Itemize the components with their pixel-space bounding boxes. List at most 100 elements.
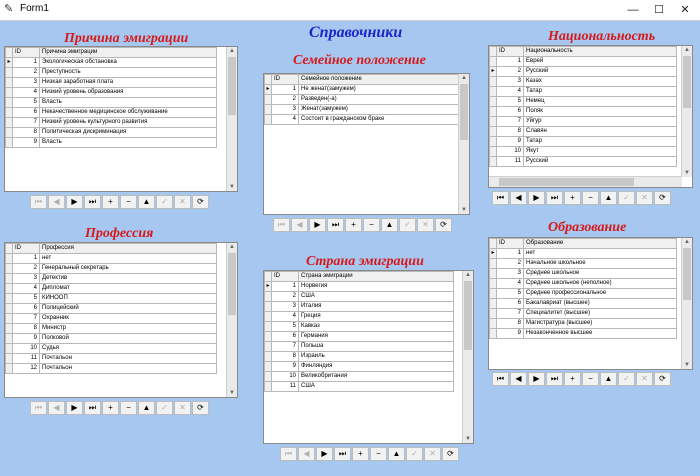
cell-id[interactable]: 5 xyxy=(496,96,524,107)
post-record-icon[interactable]: ✓ xyxy=(618,372,635,386)
cell-id[interactable]: 3 xyxy=(496,76,524,87)
table-row[interactable]: 11 Почтальон xyxy=(5,353,217,364)
table-row[interactable]: 5 Среднее профессиональное xyxy=(489,288,677,299)
scroll-down-icon[interactable]: ▼ xyxy=(459,206,469,214)
cell-id[interactable]: 2 xyxy=(271,94,299,105)
table-row[interactable]: 4 Татар xyxy=(489,86,677,97)
next-record-icon[interactable]: ▶ xyxy=(528,372,545,386)
cell-id[interactable]: 7 xyxy=(12,117,40,128)
cell-name[interactable]: Начальное школьное xyxy=(523,258,677,269)
minimize-button[interactable]: — xyxy=(620,0,646,20)
cancel-record-icon[interactable]: ✕ xyxy=(424,447,441,461)
table-row[interactable]: 1 нет xyxy=(5,253,217,264)
insert-record-icon[interactable]: + xyxy=(564,191,581,205)
edit-record-icon[interactable]: ▲ xyxy=(138,401,155,415)
cell-id[interactable]: 9 xyxy=(271,361,299,372)
edit-record-icon[interactable]: ▲ xyxy=(600,372,617,386)
table-row[interactable]: ▸ 1 Не женат(замужем) xyxy=(264,84,462,95)
cell-name[interactable]: Славян xyxy=(523,126,677,137)
table-row[interactable]: 4 Состоит в гражданском браке xyxy=(264,114,462,125)
cell-name[interactable]: Почтальон xyxy=(39,353,217,364)
cell-id[interactable]: 9 xyxy=(12,333,40,344)
table-row[interactable]: 5 Власть xyxy=(5,97,217,108)
cell-name[interactable]: Еврей xyxy=(523,56,677,67)
cell-name[interactable]: нет xyxy=(39,253,217,264)
refresh-record-icon[interactable]: ⟳ xyxy=(192,401,209,415)
cell-name[interactable]: Дипломат xyxy=(39,283,217,294)
cell-name[interactable]: Татар xyxy=(523,136,677,147)
refresh-record-icon[interactable]: ⟳ xyxy=(435,218,452,232)
table-row[interactable]: 7 Охранник xyxy=(5,313,217,324)
cell-id[interactable]: 12 xyxy=(12,363,40,374)
table-row[interactable]: 2 Генеральный секретарь xyxy=(5,263,217,274)
table-row[interactable]: 3 Женат(замужем) xyxy=(264,104,462,115)
cell-name[interactable]: Власть xyxy=(39,137,217,148)
cell-name[interactable]: США xyxy=(298,381,454,392)
cell-name[interactable]: Финляндия xyxy=(298,361,454,372)
scroll-down-icon[interactable]: ▼ xyxy=(463,435,473,443)
horizontal-scrollbar[interactable] xyxy=(489,176,682,187)
table-row[interactable]: 9 Власть xyxy=(5,137,217,148)
table-row[interactable]: 6 Поляк xyxy=(489,106,677,117)
cell-name[interactable]: Русский xyxy=(523,156,677,167)
table-row[interactable]: 2 США xyxy=(264,291,454,302)
delete-record-icon[interactable]: − xyxy=(120,195,137,209)
cell-name[interactable]: Почтальон xyxy=(39,363,217,374)
vertical-scrollbar[interactable]: ▲ ▼ xyxy=(462,271,473,443)
cell-name[interactable]: Министр xyxy=(39,323,217,334)
last-record-icon[interactable]: ⏭ xyxy=(84,195,101,209)
cell-id[interactable]: 2 xyxy=(12,67,40,78)
scroll-down-icon[interactable]: ▼ xyxy=(682,169,692,177)
cell-name[interactable]: Женат(замужем) xyxy=(298,104,462,115)
cell-name[interactable]: Поляк xyxy=(523,106,677,117)
table-row[interactable]: 7 Уйгур xyxy=(489,116,677,127)
cell-id[interactable]: 3 xyxy=(496,268,524,279)
scroll-up-icon[interactable]: ▲ xyxy=(682,238,692,246)
table-row[interactable]: 3 Италия xyxy=(264,301,454,312)
table-row[interactable]: 12 Почтальон xyxy=(5,363,217,374)
first-record-icon[interactable]: ⏮ xyxy=(492,191,509,205)
cell-name[interactable]: Италия xyxy=(298,301,454,312)
prev-record-icon[interactable]: ◀ xyxy=(48,401,65,415)
scroll-thumb[interactable] xyxy=(228,253,236,315)
table-row[interactable]: 4 Греция xyxy=(264,311,454,322)
delete-record-icon[interactable]: − xyxy=(582,191,599,205)
post-record-icon[interactable]: ✓ xyxy=(406,447,423,461)
cell-id[interactable]: 1 xyxy=(496,56,524,67)
cell-id[interactable]: 8 xyxy=(12,127,40,138)
post-record-icon[interactable]: ✓ xyxy=(399,218,416,232)
cell-id[interactable]: 1 xyxy=(12,57,40,68)
cell-name[interactable]: Низкий уровень культурного развития xyxy=(39,117,217,128)
vertical-scrollbar[interactable]: ▲ ▼ xyxy=(681,238,692,369)
cell-name[interactable]: Якут xyxy=(523,146,677,157)
edit-record-icon[interactable]: ▲ xyxy=(600,191,617,205)
vertical-scrollbar[interactable]: ▲ ▼ xyxy=(458,74,469,214)
cell-name[interactable]: Среднее школьное xyxy=(523,268,677,279)
cell-name[interactable]: Полицейский xyxy=(39,303,217,314)
cell-name[interactable]: Разведен(-а) xyxy=(298,94,462,105)
cell-id[interactable]: 2 xyxy=(12,263,40,274)
cell-id[interactable]: 11 xyxy=(271,381,299,392)
table-row[interactable]: 9 Полковой xyxy=(5,333,217,344)
table-row[interactable]: ▸ 2 Русский xyxy=(489,66,677,77)
scroll-up-icon[interactable]: ▲ xyxy=(682,46,692,54)
cell-id[interactable]: 10 xyxy=(496,146,524,157)
cell-name[interactable]: Немец xyxy=(523,96,677,107)
first-record-icon[interactable]: ⏮ xyxy=(30,401,47,415)
prev-record-icon[interactable]: ◀ xyxy=(298,447,315,461)
cell-name[interactable]: Русский xyxy=(523,66,677,77)
cell-id[interactable]: 8 xyxy=(271,351,299,362)
cell-name[interactable]: Низкая заработная плата xyxy=(39,77,217,88)
cell-id[interactable]: 3 xyxy=(271,104,299,115)
delete-record-icon[interactable]: − xyxy=(370,447,387,461)
cell-name[interactable]: Бакалавриат (высшее) xyxy=(523,298,677,309)
cell-id[interactable]: 4 xyxy=(496,86,524,97)
cell-id[interactable]: 1 xyxy=(271,281,299,292)
cell-id[interactable]: 1 xyxy=(12,253,40,264)
table-row[interactable]: 4 Низкий уровень образования xyxy=(5,87,217,98)
first-record-icon[interactable]: ⏮ xyxy=(30,195,47,209)
table-row[interactable]: 3 Низкая заработная плата xyxy=(5,77,217,88)
cell-name[interactable]: Германия xyxy=(298,331,454,342)
scroll-up-icon[interactable]: ▲ xyxy=(227,243,237,251)
cell-name[interactable]: Уйгур xyxy=(523,116,677,127)
